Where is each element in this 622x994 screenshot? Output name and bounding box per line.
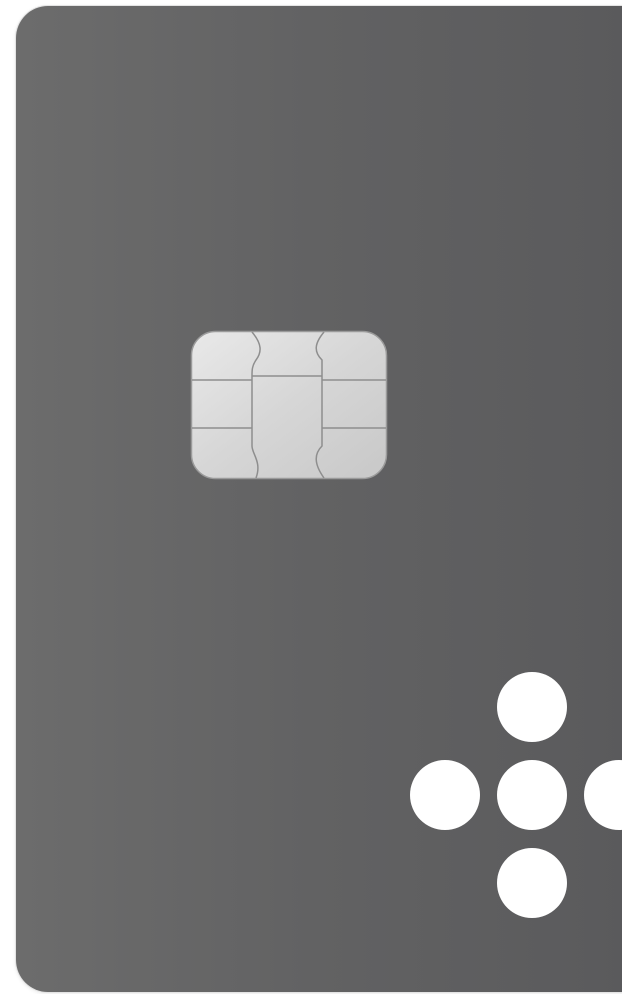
page xyxy=(0,0,622,994)
emv-chip-icon xyxy=(190,330,388,480)
payment-card xyxy=(16,6,622,992)
